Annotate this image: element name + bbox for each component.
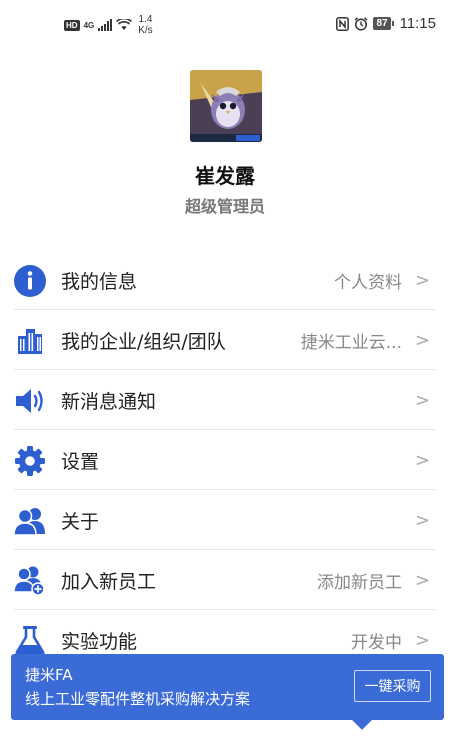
menu-item-settings[interactable]: 设置 > (0, 430, 450, 490)
menu-item-label: 实验功能 (61, 630, 138, 653)
battery-indicator: 87 (373, 17, 394, 30)
flask-icon (13, 624, 47, 658)
speaker-icon (13, 384, 47, 418)
banner-title: 捷米FA (25, 666, 73, 684)
menu-item-about[interactable]: 关于 > (0, 490, 450, 550)
network-speed: 1.4 K/s (138, 14, 152, 36)
menu-item-add-employee[interactable]: 加入新员工 添加新员工 > (0, 550, 450, 610)
wifi-icon (116, 19, 133, 30)
alarm-icon (354, 16, 368, 31)
menu-item-value: 添加新员工 (317, 572, 402, 593)
user-name: 崔发露 (195, 164, 255, 188)
menu-item-label: 我的企业/组织/团队 (61, 330, 226, 353)
nfc-icon (336, 16, 350, 31)
speed-unit: K/s (138, 25, 153, 36)
status-right: 87 11:15 (336, 15, 436, 32)
speed-value: 1.4 (138, 14, 153, 25)
menu-item-value: 捷米工业云... (300, 332, 402, 353)
menu-item-my-enterprise[interactable]: 我的企业/组织/团队 捷米工业云... > (0, 310, 450, 370)
gear-icon (13, 444, 47, 478)
status-bar: HD 4G 1.4 K/s 87 11:15 (0, 0, 450, 50)
menu-item-label: 关于 (61, 510, 100, 533)
chevron-right-icon: > (414, 329, 430, 351)
banner-pointer (352, 710, 372, 730)
hd-badge: HD (64, 19, 80, 31)
avatar-image (190, 70, 262, 142)
clock: 11:15 (399, 15, 436, 32)
chevron-right-icon: > (414, 449, 430, 471)
settings-menu: 我的信息 个人资料 > 我的企业/组织/团队 捷米工业云... > 新消息通知 … (0, 250, 450, 670)
chevron-right-icon: > (414, 389, 430, 411)
info-icon (13, 264, 47, 298)
one-click-purchase-button[interactable]: 一键采购 (354, 670, 431, 702)
menu-item-label: 我的信息 (61, 270, 138, 293)
menu-item-value: 开发中 (351, 632, 402, 653)
signal-icon (98, 19, 113, 31)
network-type: 4G (83, 20, 95, 30)
chevron-right-icon: > (414, 629, 430, 651)
users-icon (13, 504, 47, 538)
menu-item-label: 加入新员工 (61, 570, 157, 593)
menu-item-label: 设置 (61, 450, 100, 473)
promo-banner[interactable]: 捷米FA 线上工业零配件整机采购解决方案 一键采购 (11, 654, 444, 730)
avatar[interactable] (190, 70, 262, 142)
menu-item-value: 个人资料 (334, 272, 402, 293)
chevron-right-icon: > (414, 569, 430, 591)
menu-item-notifications[interactable]: 新消息通知 > (0, 370, 450, 430)
banner-description: 线上工业零配件整机采购解决方案 (25, 690, 251, 708)
chevron-right-icon: > (414, 269, 430, 291)
building-icon (13, 324, 47, 358)
add-user-icon (13, 564, 47, 598)
chevron-right-icon: > (414, 509, 430, 531)
user-role: 超级管理员 (184, 197, 265, 216)
menu-item-my-info[interactable]: 我的信息 个人资料 > (0, 250, 450, 310)
menu-item-label: 新消息通知 (61, 390, 157, 413)
status-left: HD 4G 1.4 K/s (64, 14, 153, 36)
